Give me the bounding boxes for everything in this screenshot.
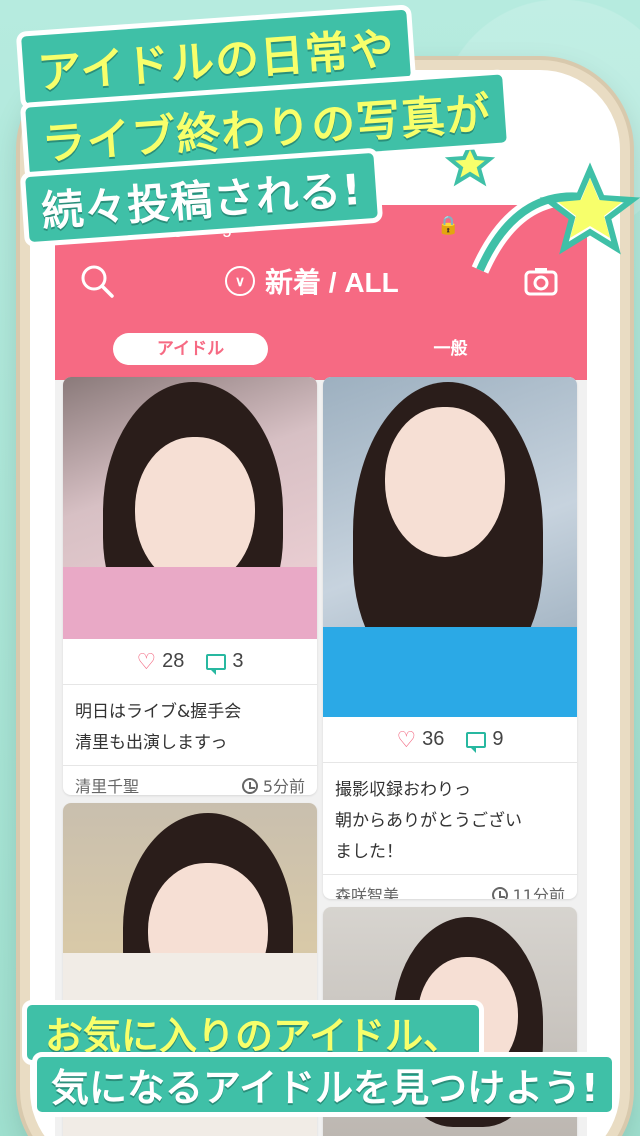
post-stats: ♡ 28 3	[63, 639, 317, 685]
tab-general[interactable]: 一般	[373, 333, 528, 365]
heart-icon: ♡	[396, 726, 417, 752]
post-card[interactable]: ♡ 28 3 明日はライブ&握手会 清里も出演しますっ 清里千聖 5分前	[63, 377, 317, 795]
like-stat[interactable]: ♡ 36	[396, 727, 444, 753]
search-icon[interactable]	[79, 263, 115, 299]
author-name[interactable]: 森咲智美	[335, 882, 399, 899]
post-caption: 撮影収録おわりっ 朝からありがとうござい ました！	[323, 763, 577, 875]
segment-tabs: アイドル 一般	[55, 325, 587, 380]
comment-icon	[466, 731, 487, 753]
clock-icon	[491, 887, 508, 899]
chevron-down-icon: ∨	[225, 266, 255, 296]
post-time: 11分前	[491, 882, 565, 899]
post-meta: 清里千聖 5分前	[63, 766, 317, 795]
post-photo	[63, 377, 317, 639]
heart-icon: ♡	[136, 648, 157, 674]
page-title: 新着 / ALL	[265, 267, 399, 298]
app-screen: lightning 🔒 ∨ 新着 / ALL アイドル 一般 ♡28 3	[55, 205, 587, 1136]
clock-icon	[241, 778, 258, 794]
post-stats: ♡ 36 9	[323, 717, 577, 763]
author-name[interactable]: 清里千聖	[75, 773, 139, 795]
post-card[interactable]: ♡ 36 9 撮影収録おわりっ 朝からありがとうござい ました！ 森咲智美 11分…	[323, 377, 577, 899]
post-time: 5分前	[241, 773, 305, 795]
like-stat[interactable]: ♡ 28	[136, 649, 184, 675]
comment-icon	[206, 653, 227, 675]
promo-bottom-line2: 気になるアイドルを見つけよう!	[32, 1052, 618, 1117]
post-caption: 明日はライブ&握手会 清里も出演しますっ	[63, 685, 317, 766]
post-meta: 森咲智美 11分前	[323, 875, 577, 899]
tab-idol[interactable]: アイドル	[113, 333, 268, 365]
post-photo	[323, 377, 577, 717]
star-decoration	[444, 140, 640, 274]
comment-stat[interactable]: 3	[206, 650, 244, 675]
feed-filter-button[interactable]: ∨ 新着 / ALL	[225, 261, 399, 301]
comment-stat[interactable]: 9	[466, 728, 504, 753]
